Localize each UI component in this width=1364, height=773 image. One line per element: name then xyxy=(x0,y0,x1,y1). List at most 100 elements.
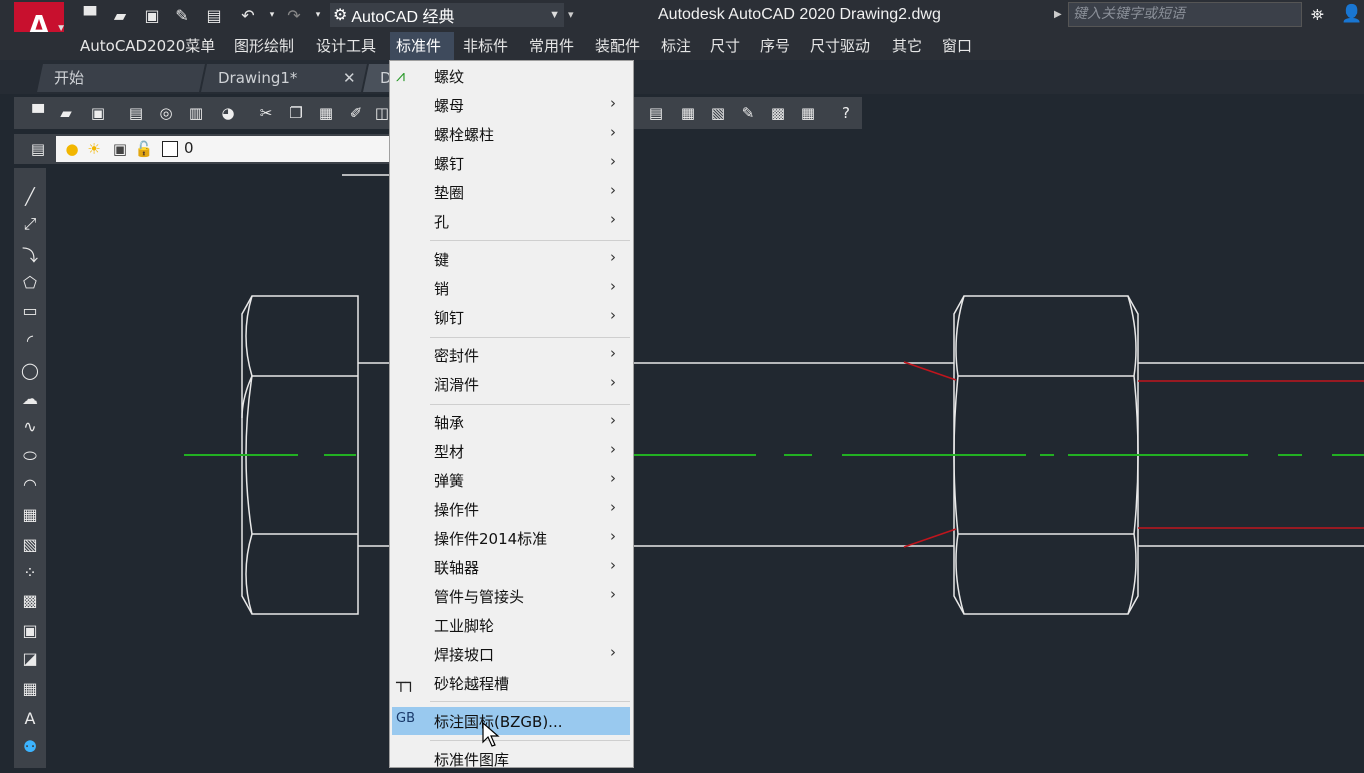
sheet-set-icon[interactable]: ✎ xyxy=(738,102,758,124)
new-file-icon[interactable]: ▀ xyxy=(80,5,100,25)
menu-item-industrial-caster[interactable]: 工业脚轮 xyxy=(390,611,630,639)
menu-item-coupling[interactable]: 联轴器 › xyxy=(390,553,630,581)
menu-item-lubricator[interactable]: 润滑件 › xyxy=(390,370,630,398)
menu-item-washer[interactable]: 垫圈 › xyxy=(390,178,630,206)
properties-icon[interactable]: ▤ xyxy=(646,102,666,124)
calculator-icon[interactable]: ▦ xyxy=(798,102,818,124)
ellipse-arc-icon[interactable]: ◠ xyxy=(16,472,44,496)
menu-item-hole[interactable]: 孔 › xyxy=(390,207,630,235)
design-center-icon[interactable]: ▦ xyxy=(678,102,698,124)
binoculars-search-icon[interactable]: ⛯ xyxy=(1311,5,1324,25)
save-icon[interactable]: ▣ xyxy=(142,5,162,25)
tab-label: Drawing1* xyxy=(218,69,298,87)
save-as-icon[interactable]: ✎ xyxy=(172,5,192,25)
menu-item-bolt-stud[interactable]: 螺栓螺柱 › xyxy=(390,120,630,148)
help-icon[interactable]: ? xyxy=(836,102,856,124)
cut-icon[interactable]: ✂ xyxy=(256,102,276,124)
menu-item-pipe-fitting[interactable]: 管件与管接头 › xyxy=(390,582,630,610)
revision-cloud-icon[interactable]: ☁ xyxy=(16,386,44,410)
polyline-icon[interactable]: ⤵ xyxy=(16,242,44,266)
paste-icon[interactable]: ▦ xyxy=(316,102,336,124)
menu-item-rivet[interactable]: 铆钉 › xyxy=(390,303,630,331)
new-icon[interactable]: ▀ xyxy=(28,102,48,124)
spline-icon[interactable]: ∿ xyxy=(16,414,44,438)
rectangle-icon[interactable]: ▭ xyxy=(16,298,44,322)
search-expand-icon[interactable]: ▶ xyxy=(1054,9,1062,20)
point-icon[interactable]: ⁘ xyxy=(16,560,44,584)
polygon-icon[interactable]: ⬠ xyxy=(16,270,44,294)
menu-dimension-drive[interactable]: 尺寸驱动 xyxy=(804,32,876,60)
menu-item-nut[interactable]: 螺母 › xyxy=(390,91,630,119)
menu-assembly-parts[interactable]: 装配件 xyxy=(589,32,646,60)
undo-icon[interactable]: ↶ xyxy=(238,5,258,25)
table-icon[interactable]: ▦ xyxy=(16,676,44,700)
menu-item-weld-groove[interactable]: 焊接坡口 › xyxy=(390,640,630,668)
drawing-canvas[interactable] xyxy=(52,168,1364,768)
menu-design-tools[interactable]: 设计工具 xyxy=(310,32,382,60)
open-folder-icon[interactable]: ▰ xyxy=(110,5,130,25)
plot-icon[interactable]: ▤ xyxy=(126,102,146,124)
menu-nonstandard-parts[interactable]: 非标件 xyxy=(457,32,514,60)
search-input[interactable]: 键入关键字或短语 xyxy=(1068,2,1302,27)
menu-annotate[interactable]: 标注 xyxy=(655,32,697,60)
tab-drawing1[interactable]: Drawing1* ✕ xyxy=(201,64,367,92)
ellipse-icon[interactable]: ⬭ xyxy=(16,444,44,468)
menu-other[interactable]: 其它 xyxy=(886,32,928,60)
menu-item-spring[interactable]: 弹簧 › xyxy=(390,466,630,494)
undo-dropdown-icon[interactable]: ▾ xyxy=(262,5,282,25)
make-block-icon[interactable]: ▧ xyxy=(16,532,44,556)
region-icon[interactable]: ◪ xyxy=(16,646,44,670)
copy-icon[interactable]: ❐ xyxy=(286,102,306,124)
3d-dwf-icon[interactable]: ◕ xyxy=(218,102,238,124)
menu-window[interactable]: 窗口 xyxy=(936,32,978,60)
customize-quick-access-icon[interactable]: ▾ xyxy=(568,8,574,21)
hatch-icon[interactable]: ▩ xyxy=(16,588,44,612)
multiline-text-icon[interactable]: A xyxy=(16,706,44,730)
open-icon[interactable]: ▰ xyxy=(56,102,76,124)
menu-item-screw[interactable]: 螺钉 › xyxy=(390,149,630,177)
tool-palettes-icon[interactable]: ▧ xyxy=(708,102,728,124)
save-icon[interactable]: ▣ xyxy=(88,102,108,124)
layer-dropdown[interactable] xyxy=(56,136,390,162)
menu-drawing[interactable]: 图形绘制 xyxy=(228,32,300,60)
add-selected-icon[interactable]: ⚉ xyxy=(16,734,44,758)
menu-item-grinding-undercut[interactable]: ┬┐ 砂轮越程槽 xyxy=(390,669,630,697)
menu-item-profile[interactable]: 型材 › xyxy=(390,437,630,465)
menu-item-bzgb-annotation[interactable]: GB 标注国标(BZGB)... xyxy=(392,707,630,735)
unlock-icon[interactable]: 🔓 xyxy=(134,138,154,160)
menu-sequence[interactable]: 序号 xyxy=(754,32,796,60)
menu-item-seal[interactable]: 密封件 › xyxy=(390,341,630,369)
print-icon[interactable]: ▤ xyxy=(204,5,224,25)
plot-preview-icon[interactable]: ◎ xyxy=(156,102,176,124)
redo-icon[interactable]: ↷ xyxy=(284,5,304,25)
construction-line-icon[interactable]: ⤢ xyxy=(16,212,44,236)
menu-item-parts-library[interactable]: 标准件图库 xyxy=(390,745,630,773)
gradient-icon[interactable]: ▣ xyxy=(16,618,44,642)
arc-icon[interactable]: ◜ xyxy=(16,328,44,352)
tab-start[interactable]: 开始 xyxy=(37,64,205,92)
sun-icon[interactable]: ☀ xyxy=(84,138,104,160)
workspace-selector[interactable]: ⚙ AutoCAD 经典 ▼ xyxy=(330,3,564,27)
menu-common-parts[interactable]: 常用件 xyxy=(523,32,580,60)
line-icon[interactable]: ╱ xyxy=(16,184,44,208)
insert-block-icon[interactable]: ▦ xyxy=(16,502,44,526)
layer-properties-icon[interactable]: ▤ xyxy=(28,138,48,160)
viewport-freeze-icon[interactable]: ▣ xyxy=(110,138,130,160)
menu-item-operating-part-2014[interactable]: 操作件2014标准 › xyxy=(390,524,630,552)
close-icon[interactable]: ✕ xyxy=(343,64,356,92)
menu-autocad2020[interactable]: AutoCAD2020菜单 xyxy=(74,32,221,60)
menu-item-bearing[interactable]: 轴承 › xyxy=(390,408,630,436)
menu-item-operating-part[interactable]: 操作件 › xyxy=(390,495,630,523)
menu-item-thread[interactable]: ⩘ 螺纹 xyxy=(390,62,630,90)
menu-item-key[interactable]: 键 › xyxy=(390,245,630,273)
match-properties-icon[interactable]: ✐ xyxy=(346,102,366,124)
user-account-icon[interactable]: 👤 xyxy=(1341,4,1362,24)
menu-standard-parts[interactable]: 标准件 xyxy=(390,32,454,60)
markup-icon[interactable]: ▩ xyxy=(768,102,788,124)
menu-item-pin[interactable]: 销 › xyxy=(390,274,630,302)
redo-dropdown-icon[interactable]: ▾ xyxy=(308,5,328,25)
publish-icon[interactable]: ▥ xyxy=(186,102,206,124)
circle-icon[interactable]: ◯ xyxy=(16,358,44,382)
lightbulb-icon[interactable]: ● xyxy=(62,138,82,160)
menu-dimension[interactable]: 尺寸 xyxy=(704,32,746,60)
